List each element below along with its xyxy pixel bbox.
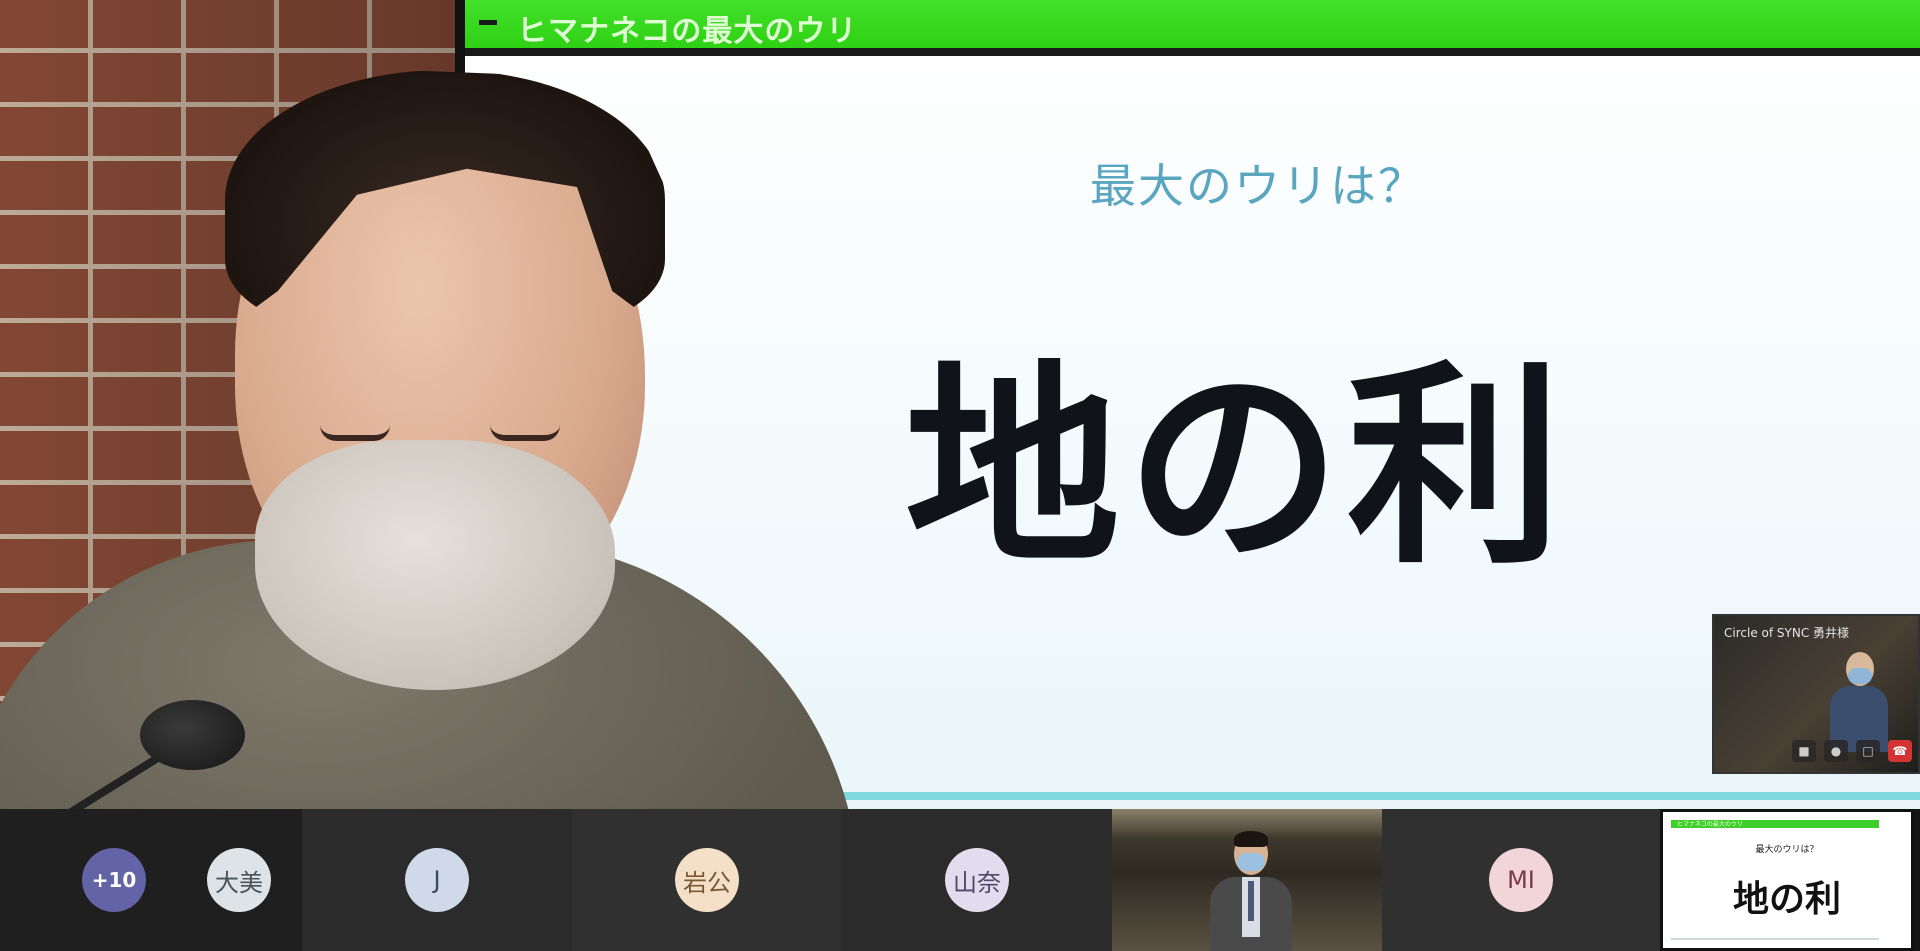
participant-avatar-4[interactable]: MI: [1489, 848, 1553, 912]
thumbnail-slide-subtitle: 最大のウリは？: [1755, 845, 1819, 855]
pip-call-controls: ■ ● □ ☎: [1792, 740, 1912, 762]
participant-video-tile[interactable]: [1112, 809, 1382, 951]
pip-caption: Circle of SYNC 勇井様: [1724, 626, 1850, 640]
thumbnail-slide-bottom-line: [1671, 938, 1879, 940]
participant-tile-2[interactable]: 岩公: [572, 809, 842, 951]
microphone-icon: ●: [1824, 740, 1848, 762]
shared-content-thumbnail[interactable]: ヒマナネコの最大のウリ 最大のウリは？ 地の利: [1660, 809, 1914, 951]
speaker-figure: [0, 0, 900, 809]
thumbnail-slide-main-text: 地の利: [1732, 879, 1841, 920]
speaker-right-eye: [490, 425, 560, 441]
pip-participant-mask: [1848, 668, 1872, 684]
share-screen-icon: □: [1856, 740, 1880, 762]
camera-icon: ■: [1792, 740, 1816, 762]
participant-avatar-3[interactable]: 山奈: [945, 848, 1009, 912]
participant-tile-1[interactable]: J: [302, 809, 572, 951]
pip-video-thumbnail: Circle of SYNC 勇井様 ■ ● □ ☎: [1712, 614, 1920, 774]
slide-subtitle: 最大のウリは？: [1090, 159, 1426, 213]
speaker-face-mask: [255, 440, 615, 690]
participant-avatar-1[interactable]: J: [405, 848, 469, 912]
video-participant-mask: [1237, 853, 1265, 871]
participant-tile-5[interactable]: MI: [1382, 809, 1660, 951]
main-speaker-video: ヒマナネコの最大のウリ 最大のウリは？ 地の利 Circle of SYNC 勇…: [0, 0, 1920, 809]
pip-participant: [1830, 652, 1888, 752]
participant-avatar-0[interactable]: 大美: [207, 848, 271, 912]
hang-up-icon: ☎: [1888, 740, 1912, 762]
participant-gallery-strip: +10 大美 J 岩公 山奈 MI ヒマナネコの最大のウリ 最大のウリは？ 地の…: [0, 809, 1920, 951]
video-participant: [1206, 831, 1296, 951]
speaker-left-eye: [320, 425, 390, 441]
video-participant-tie: [1248, 881, 1254, 921]
participant-tile-3[interactable]: 山奈: [842, 809, 1112, 951]
video-participant-hair: [1234, 831, 1268, 847]
meeting-stage: ヒマナネコの最大のウリ 最大のウリは？ 地の利 Circle of SYNC 勇…: [0, 0, 1920, 951]
thumbnail-slide-header-text: ヒマナネコの最大のウリ: [1677, 821, 1743, 828]
participant-avatar-2[interactable]: 岩公: [675, 848, 739, 912]
participant-tile-overflow[interactable]: +10 大美: [0, 809, 302, 951]
microphone-icon: [140, 700, 245, 770]
more-participants-badge[interactable]: +10: [82, 848, 146, 912]
slide-main-text: 地の利: [905, 342, 1568, 593]
